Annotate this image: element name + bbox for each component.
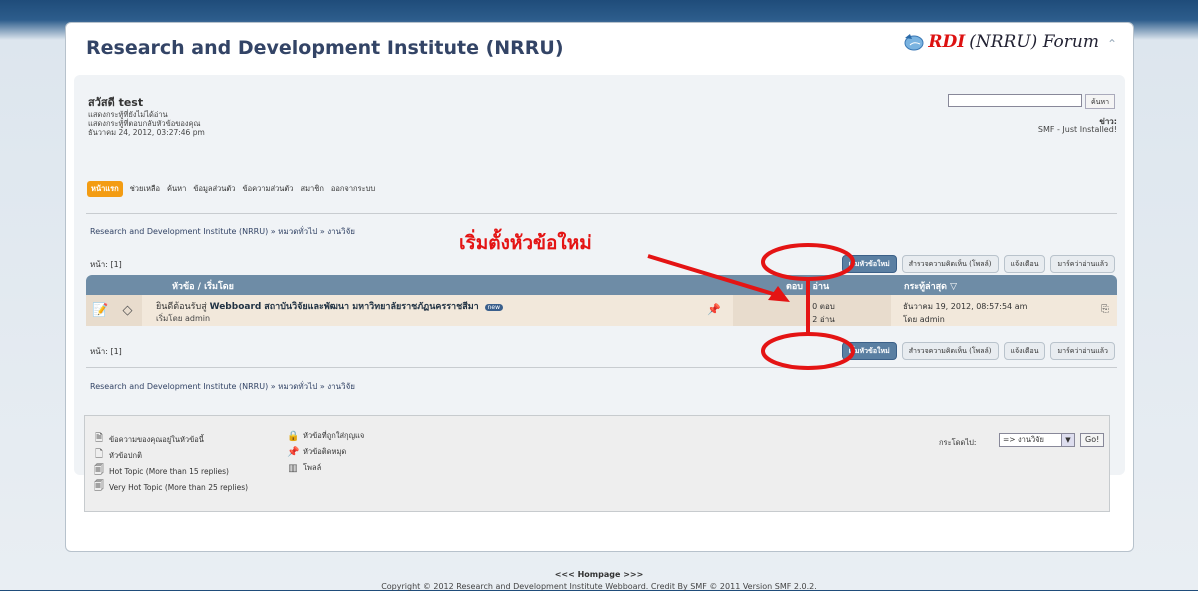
jump-to-select[interactable]: => งานวิจัย ▼: [999, 433, 1075, 447]
forum-container: Research and Development Institute (NRRU…: [65, 22, 1134, 552]
search-button[interactable]: ค้นหา: [1085, 94, 1116, 109]
current-datetime: ธันวาคม 24, 2012, 03:27:46 pm: [88, 128, 205, 137]
mark-read-button[interactable]: มาร์คว่าอ่านแล้ว: [1050, 255, 1115, 273]
topic-status-icon: 📝: [88, 295, 113, 326]
annotation-text: เริ่มตั้งหัวข้อใหม่: [459, 232, 592, 254]
lock-icon: 🔒: [287, 430, 300, 442]
logo-rdi-text: RDI: [928, 32, 966, 52]
table-row: 📝 ◇ ยินดีต้อนรับสู่ Webboard สถาบันวิจัย…: [86, 295, 1117, 326]
breadcrumb-bottom[interactable]: Research and Development Institute (NRRU…: [90, 380, 355, 393]
menu-item-profile[interactable]: ข้อมูลส่วนตัว: [193, 183, 235, 195]
topic-stats-cell: 0 ตอบ 2 อ่าน: [756, 295, 891, 326]
chevron-down-icon[interactable]: ▼: [1061, 434, 1074, 446]
last-post-icon[interactable]: ⎘: [1101, 304, 1109, 315]
legend-very-hot: 🗐 Very Hot Topic (More than 25 replies): [93, 479, 248, 496]
legend-box: 🗎 ข้อความของคุณอยู่ในหัวข้อนี้ 🗋 หัวข้อปกต…: [84, 415, 1110, 512]
reply-count: 0 ตอบ: [812, 302, 835, 311]
pagination-bottom[interactable]: หน้า: [1]: [90, 345, 122, 358]
mark-read-button-bottom[interactable]: มาร์คว่าอ่านแล้ว: [1050, 342, 1115, 360]
homepage-link[interactable]: <<< Hompage >>>: [0, 570, 1198, 579]
menu-item-search[interactable]: ค้นหา: [167, 183, 186, 195]
last-post-date: ธันวาคม 19, 2012, 08:57:54 am: [903, 302, 1028, 311]
topic-subject-cell: ยินดีต้อนรับสู่ Webboard สถาบันวิจัยและพ…: [142, 295, 733, 326]
collapse-icon[interactable]: ⌃: [1107, 37, 1119, 51]
menu-item-logout[interactable]: ออกจากระบบ: [331, 183, 375, 195]
globe-icon: [904, 34, 924, 51]
view-count: 2 อ่าน: [812, 315, 835, 324]
legend-locked: 🔒 หัวข้อที่ถูกใส่กุญแจ: [287, 430, 365, 442]
topic-table-header: หัวข้อ / เริ่มโดย ตอบ / อ่าน กระทู้ล่าสุ…: [86, 275, 1117, 295]
menu-item-messages[interactable]: ข้อความส่วนตัว: [242, 183, 293, 195]
header: Research and Development Institute (NRRU…: [66, 23, 1133, 75]
menu-item-help[interactable]: ช่วยเหลือ: [130, 183, 160, 195]
jump-go-button[interactable]: Go!: [1080, 433, 1105, 447]
notify-button[interactable]: แจ้งเตือน: [1003, 255, 1046, 273]
topic-starter[interactable]: เริ่มโดย admin: [156, 312, 210, 325]
news-text: SMF - Just Installed!: [1037, 125, 1117, 134]
topic-title-link[interactable]: ยินดีต้อนรับสู่ Webboard สถาบันวิจัยและพ…: [156, 299, 503, 313]
jump-to-label: กระโดดไป:: [939, 438, 977, 447]
new-topic-button-bottom[interactable]: เริ่มหัวข้อใหม่: [841, 342, 897, 360]
participated-topic-icon: 🗎: [94, 433, 104, 444]
poll-icon: ▥: [288, 462, 298, 474]
normal-topic-icon: 🗋: [94, 449, 104, 460]
pagination[interactable]: หน้า: [1]: [90, 258, 122, 271]
last-post-cell: ธันวาคม 19, 2012, 08:57:54 am โดย admin …: [891, 295, 1117, 326]
menu-item-members[interactable]: สมาชิก: [301, 183, 324, 195]
notify-button-bottom[interactable]: แจ้งเตือน: [1003, 342, 1046, 360]
new-poll-button[interactable]: สำรวจความคิดเห็น (โพลล์): [901, 255, 999, 273]
legend-hot: 🗐 Hot Topic (More than 15 replies): [93, 463, 229, 480]
col-subject-header[interactable]: หัวข้อ / เริ่มโดย: [172, 279, 234, 293]
menu-item-home[interactable]: หน้าแรก: [87, 181, 123, 197]
col-last-post-header[interactable]: กระทู้ล่าสุด ▽: [904, 279, 957, 293]
topic-type-icon: ◇: [115, 295, 140, 326]
legend-normal: 🗋 หัวข้อปกติ: [93, 447, 142, 464]
very-hot-topic-icon: 🗐: [94, 481, 104, 492]
search-input[interactable]: [948, 94, 1082, 107]
forum-logo[interactable]: RDI (NRRU) Forum: [902, 29, 1099, 55]
new-badge[interactable]: new: [484, 304, 503, 311]
new-poll-button-bottom[interactable]: สำรวจความคิดเห็น (โพลล์): [901, 342, 999, 360]
new-topic-button[interactable]: เริ่มหัวข้อใหม่: [841, 255, 897, 273]
legend-poll: ▥ โพลล์: [288, 462, 322, 474]
topic-button-strip-bottom: เริ่มหัวข้อใหม่ สำรวจความคิดเห็น (โพลล์)…: [841, 342, 1115, 360]
legend-participated: 🗎 ข้อความของคุณอยู่ในหัวข้อนี้: [93, 431, 204, 448]
logo-forum-text: (NRRU) Forum: [969, 32, 1099, 52]
legend-sticky: 📌 หัวข้อติดหมุด: [287, 446, 347, 458]
topic-button-strip-top: เริ่มหัวข้อใหม่ สำรวจความคิดเห็น (โพลล์)…: [841, 255, 1115, 273]
divider: [86, 213, 1117, 214]
divider: [86, 367, 1117, 368]
sticky-pin-icon: 📌: [707, 303, 721, 316]
hot-topic-icon: 🗐: [94, 465, 104, 476]
forum-title[interactable]: Research and Development Institute (NRRU…: [86, 37, 564, 59]
breadcrumb[interactable]: Research and Development Institute (NRRU…: [90, 225, 355, 238]
main-menu: หน้าแรก ช่วยเหลือ ค้นหา ข้อมูลส่วนตัว ข้…: [87, 181, 375, 197]
last-post-author[interactable]: โดย admin: [903, 313, 1117, 326]
col-stats-header[interactable]: ตอบ / อ่าน: [786, 279, 829, 293]
pin-icon: 📌: [287, 446, 300, 458]
